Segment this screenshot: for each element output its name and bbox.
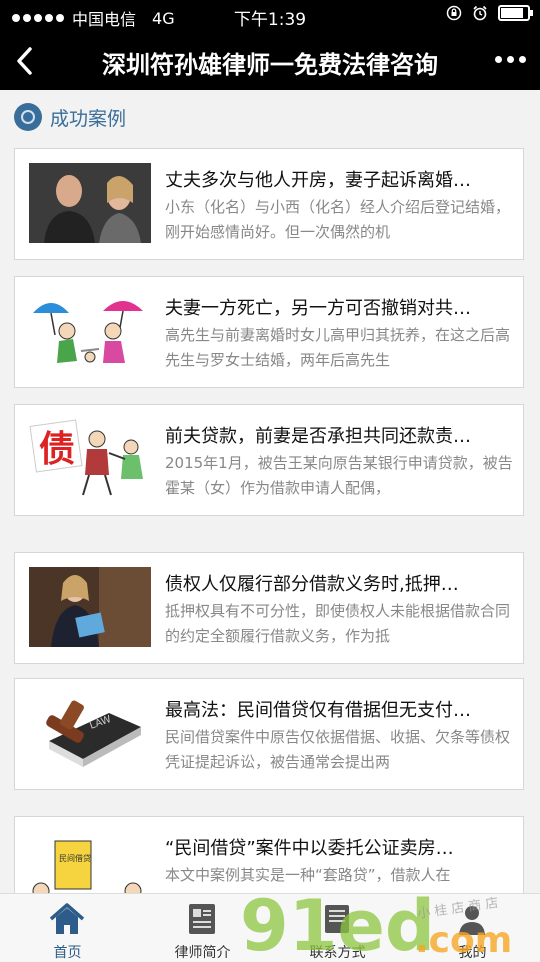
tab-contact[interactable]: 联系方式	[270, 894, 405, 961]
profile-card-icon	[189, 904, 215, 934]
contact-icon	[325, 905, 349, 933]
battery-icon	[498, 5, 533, 21]
alarm-icon	[473, 5, 487, 21]
case-title: 前夫贷款，前妻是否承担共同还款责…	[165, 426, 471, 447]
lending-sign-text: 民间借贷	[59, 853, 91, 863]
lock-rotation-icon	[446, 5, 462, 21]
case-thumbnail: LAW	[29, 693, 151, 773]
case-card[interactable]: 债 前夫贷款，前妻是否承担共同还款责… 2015年1月，被告王某向原告某银行申请…	[14, 404, 524, 516]
page-title: 深圳符孙雄律师一免费法律咨询	[102, 51, 438, 79]
divorce-umbrella-cartoon	[29, 291, 151, 371]
tab-home-label: 首页	[53, 945, 82, 961]
case-card[interactable]: 丈夫多次与他人开房，妻子起诉离婚… 小东（化名）与小西（化名）经人介绍后登记结婚…	[14, 148, 524, 260]
case-summary: 民间借贷案件中原告仅依据借据、收据、欠条等债权凭证提起诉讼，被告通常会提出两	[165, 728, 511, 771]
tab-contact-label: 联系方式	[309, 945, 366, 961]
tab-lawyer-profile[interactable]: 律师简介	[135, 894, 270, 961]
businesswoman-photo	[29, 567, 151, 647]
tab-home[interactable]: 首页	[0, 894, 135, 961]
section-heading: 成功案例	[14, 100, 126, 134]
law-book-gavel: LAW	[29, 693, 151, 773]
home-icon	[49, 903, 85, 934]
case-summary: 2015年1月，被告王某向原告某银行申请贷款，被告霍某（女）作为借款申请人配偶，	[165, 454, 513, 497]
case-summary: 小东（化名）与小西（化名）经人介绍后登记结婚，刚开始感情尚好。但一次偶然的机	[165, 198, 511, 241]
debt-cartoon: 债	[29, 419, 151, 499]
back-arrow-icon[interactable]	[10, 40, 40, 85]
case-card[interactable]: 债权人仅履行部分借款义务时,抵押… 抵押权具有不可分性，即使债权人未能根据借款合…	[14, 552, 524, 664]
case-title: 夫妻一方死亡，另一方可否撤销对共…	[165, 298, 471, 319]
case-thumbnail: 债	[29, 419, 151, 499]
case-card[interactable]: 夫妻一方死亡，另一方可否撤销对共… 高先生与前妻离婚时女儿高甲归其抚养，在这之后…	[14, 276, 524, 388]
case-thumbnail	[29, 291, 151, 371]
status-right	[446, 5, 533, 21]
bottom-tab-bar: 首页 律师简介 联系方式 我的	[0, 893, 540, 961]
tab-mine-label: 我的	[458, 945, 487, 961]
case-title: “民间借贷”案件中以委托公证卖房…	[165, 838, 454, 859]
tab-mine[interactable]: 我的	[405, 894, 540, 961]
navigation-bar: 深圳符孙雄律师一免费法律咨询	[0, 32, 540, 90]
tab-lawyer-profile-label: 律师简介	[174, 945, 231, 961]
case-thumbnail	[29, 163, 151, 243]
case-card[interactable]: LAW 最高法：民间借贷仅有借据但无支付… 民间借贷案件中原告仅依据借据、收据、…	[14, 678, 524, 790]
arguing-couple-photo	[29, 163, 151, 243]
case-summary: 高先生与前妻离婚时女儿高甲归其抚养，在这之后高先生与罗女士结婚，两年后高先生	[165, 326, 511, 369]
section-title-text: 成功案例	[50, 107, 127, 130]
case-title: 债权人仅履行部分借款义务时,抵押…	[165, 574, 459, 595]
case-summary: 抵押权具有不可分性，即使债权人未能根据借款合同的约定全额履行借款义务，作为抵	[165, 602, 511, 645]
success-cases-icon	[14, 103, 42, 131]
case-thumbnail	[29, 567, 151, 647]
more-dots-icon[interactable]	[495, 56, 526, 63]
case-title: 丈夫多次与他人开房，妻子起诉离婚…	[165, 170, 471, 191]
user-icon	[459, 906, 485, 935]
status-bar: 中国电信 4G 下午1:39	[0, 0, 540, 32]
case-title: 最高法：民间借贷仅有借据但无支付…	[165, 700, 471, 721]
debt-sign-text: 债	[39, 429, 75, 470]
